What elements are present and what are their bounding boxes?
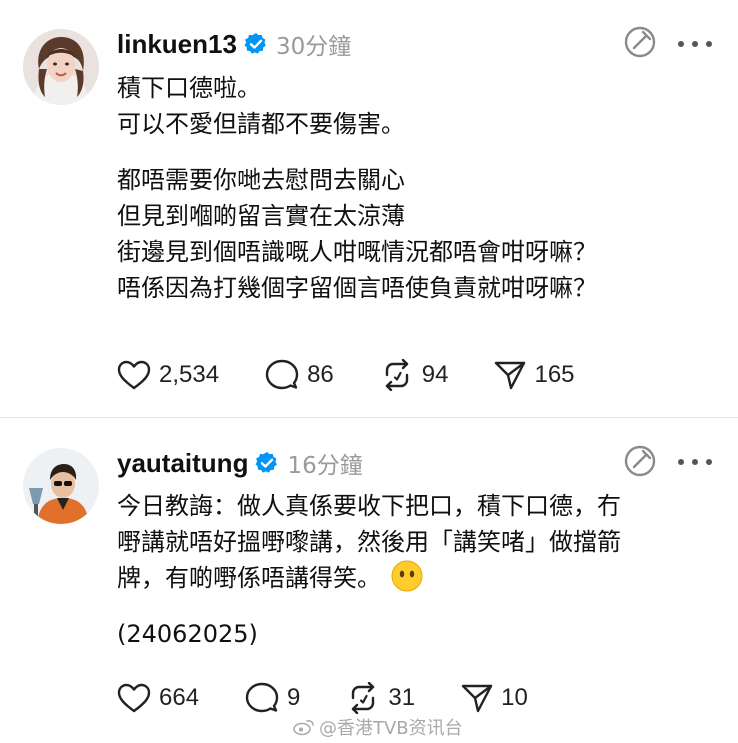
post-actions: 2,534 86 94 165 (117, 355, 575, 395)
more-icon[interactable] (678, 452, 712, 472)
post-line: 但見到嗰啲留言實在太涼薄 (117, 202, 405, 230)
repost-button[interactable]: 94 (380, 359, 449, 391)
like-button[interactable]: 2,534 (117, 360, 219, 390)
post-body: 今日教誨：做人真係要收下把口，積下口德，冇 嘢講就唔好搵嘢嚟講，然後用「講笑啫」… (117, 488, 718, 652)
send-icon (494, 360, 526, 390)
post-header: yautaitung 16分鐘 (117, 446, 363, 480)
post-time: 30分鐘 (275, 34, 352, 60)
repost-icon (346, 682, 380, 714)
avatar[interactable] (23, 29, 99, 105)
username[interactable]: linkuen13 (117, 29, 237, 60)
watermark: @香港TVB资讯台 (293, 714, 463, 740)
thread-post-1: linkuen13 30分鐘 積下口德啦。 可以不愛但請都不要傷害。 都唔需要你… (0, 0, 738, 418)
repost-icon (380, 359, 414, 391)
repost-count: 94 (421, 361, 449, 388)
thread-post-2: yautaitung 16分鐘 今日教誨：做人真係要收下把口，積下口德，冇 嘢講… (0, 420, 738, 743)
post-actions: 664 9 31 10 (117, 678, 528, 718)
post-body: 積下口德啦。 可以不愛但請都不要傷害。 都唔需要你哋去慰問去關心 但見到嗰啲留言… (117, 70, 718, 306)
post-line: 積下口德啦。 (117, 74, 261, 102)
avatar[interactable] (23, 448, 99, 524)
post-line: 都唔需要你哋去慰問去關心 (117, 166, 405, 194)
verified-badge-icon (244, 32, 268, 56)
comment-icon (265, 359, 299, 391)
translate-icon[interactable] (621, 442, 659, 480)
post-line: (24062025) (117, 620, 258, 648)
post-line: 唔係因為打幾個字留個言唔使負責就咁呀嘛？ (117, 274, 597, 302)
reply-button[interactable]: 86 (265, 359, 334, 391)
username[interactable]: yautaitung (117, 448, 248, 479)
post-line: 可以不愛但請都不要傷害。 (117, 110, 405, 138)
share-button[interactable]: 10 (461, 683, 528, 713)
translate-icon[interactable] (621, 23, 659, 61)
heart-icon (117, 683, 151, 713)
like-count: 2,534 (159, 361, 220, 388)
verified-badge-icon (255, 451, 279, 475)
post-line: 今日教誨：做人真係要收下把口，積下口德，冇 (117, 492, 621, 520)
post-line: 街邊見到個唔識嘅人咁嘅情況都唔會咁呀嘛？ (117, 238, 597, 266)
repost-button[interactable]: 31 (346, 682, 415, 714)
like-button[interactable]: 664 (117, 683, 199, 713)
post-line: 嘢講就唔好搵嘢嚟講，然後用「講笑啫」做擋箭 (117, 528, 621, 556)
heart-icon (117, 360, 151, 390)
reply-count: 9 (287, 684, 301, 711)
share-button[interactable]: 165 (494, 360, 575, 390)
send-icon (461, 683, 493, 713)
post-line-with-emoji: 牌，有啲嘢係唔講得笑。 (117, 560, 718, 596)
post-header: linkuen13 30分鐘 (117, 27, 351, 61)
watermark-text: @香港TVB资讯台 (319, 718, 463, 739)
repost-count: 31 (388, 684, 416, 711)
post-time: 16分鐘 (287, 453, 363, 479)
reply-button[interactable]: 9 (245, 682, 300, 714)
post-line: 牌，有啲嘢係唔講得笑。 (117, 564, 381, 592)
post-divider (0, 417, 738, 418)
like-count: 664 (159, 684, 200, 711)
share-count: 10 (501, 684, 528, 711)
comment-icon (245, 682, 279, 714)
more-icon[interactable] (678, 34, 712, 54)
face-without-mouth-emoji (391, 560, 423, 592)
share-count: 165 (534, 361, 575, 388)
weibo-logo (293, 718, 315, 736)
reply-count: 86 (307, 361, 334, 388)
